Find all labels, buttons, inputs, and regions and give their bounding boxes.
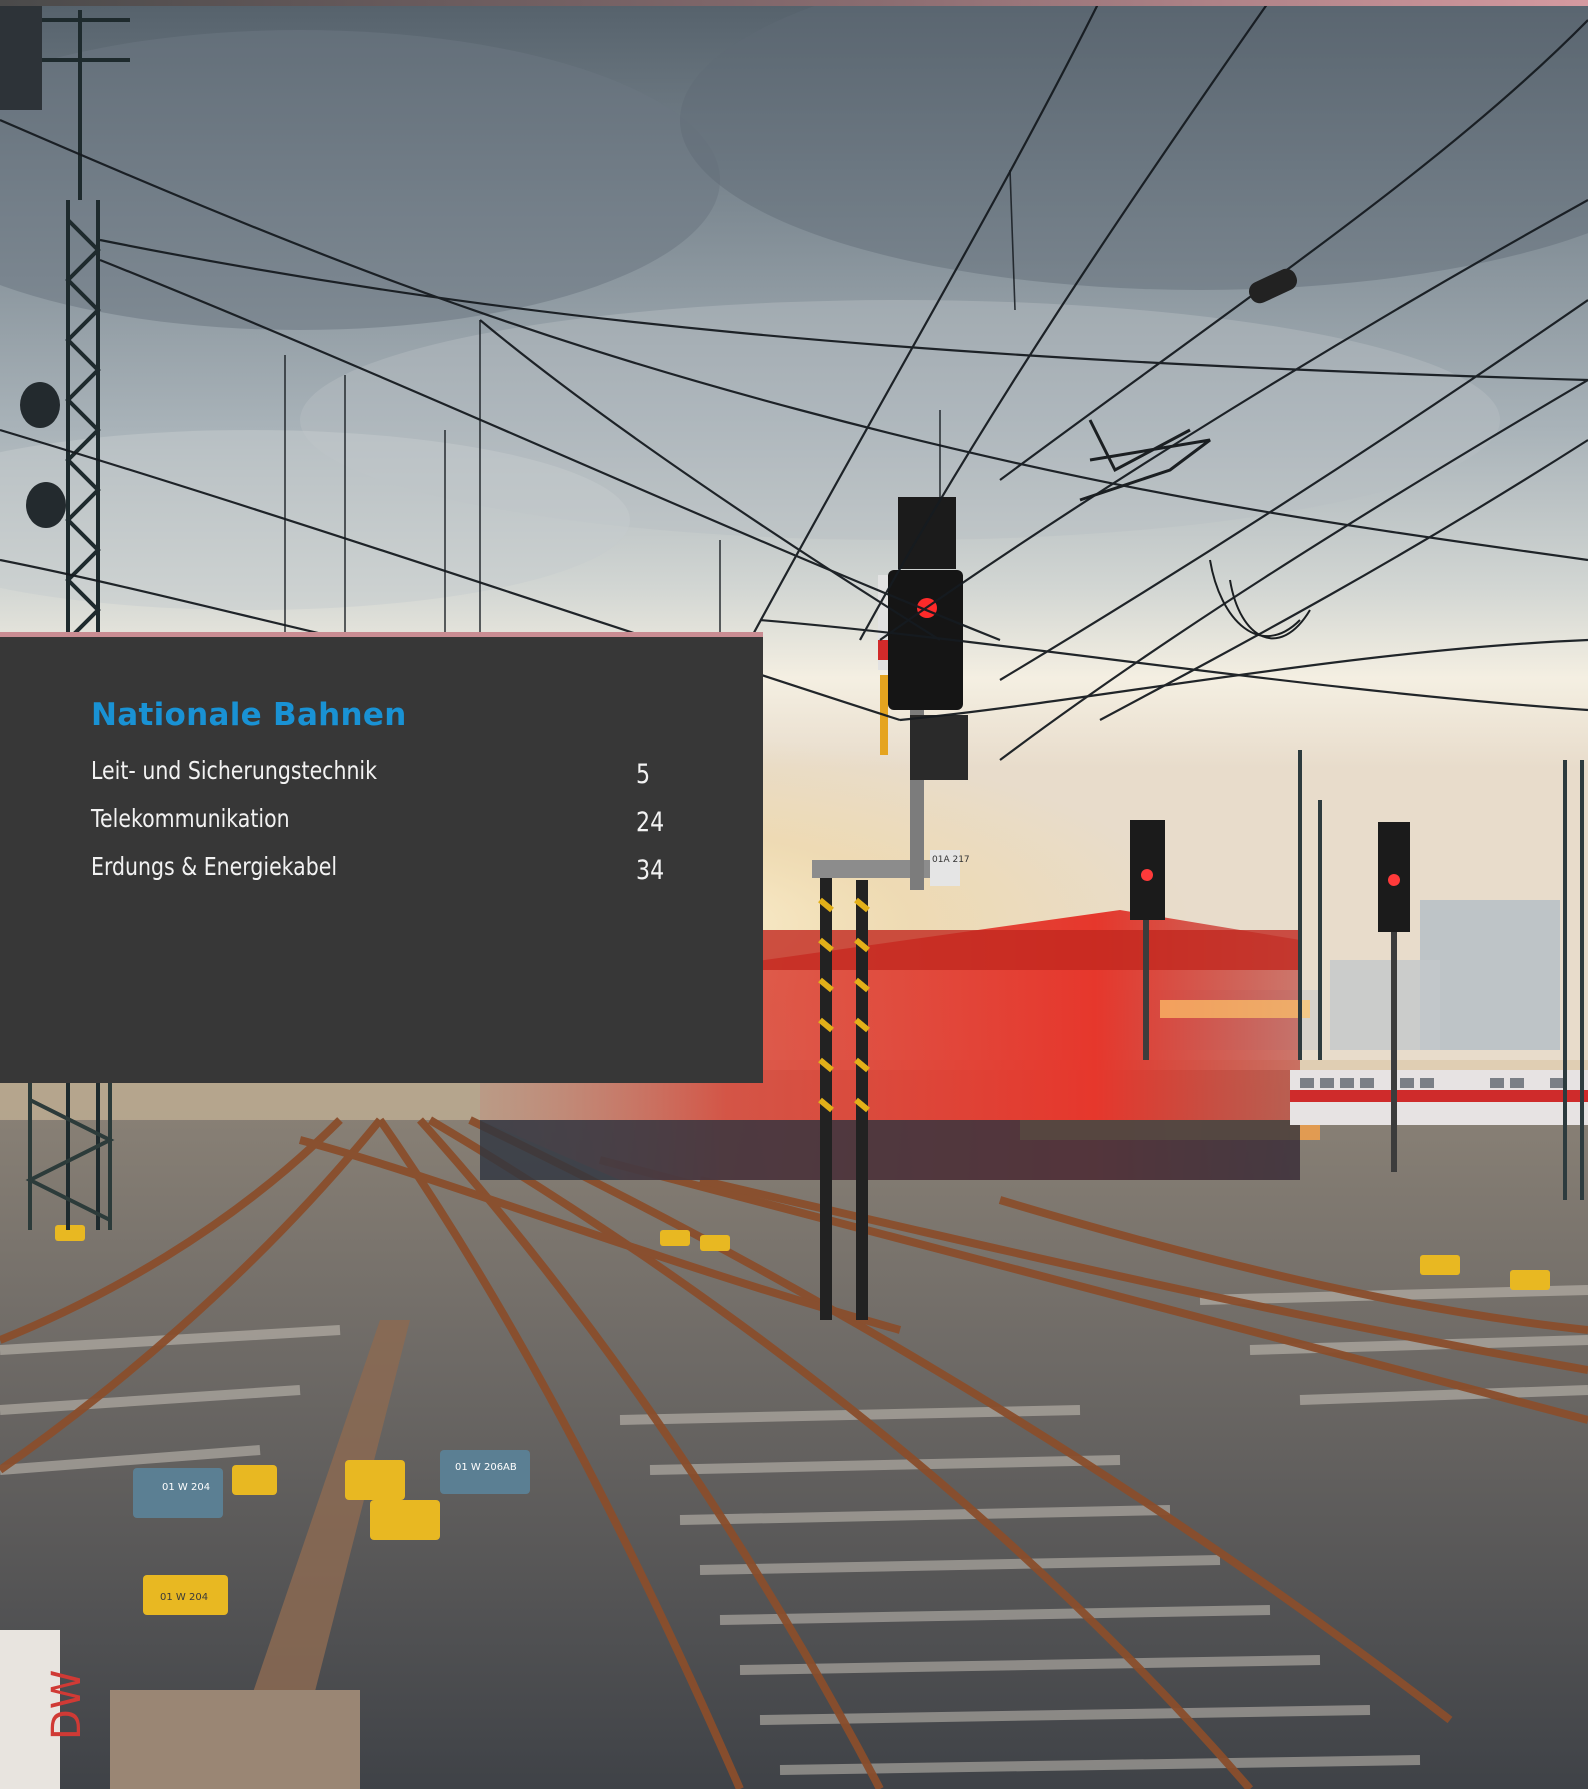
toc-entry-leit-und-sicherungstechnik[interactable]: Leit- und Sicherungstechnik 5	[91, 747, 671, 795]
toc-entry-label: Leit- und Sicherungstechnik	[91, 756, 378, 785]
toc-list: Leit- und Sicherungstechnik 5 Telekommun…	[91, 747, 671, 891]
toc-entry-erdungs-energiekabel[interactable]: Erdungs & Energiekabel 34	[91, 843, 671, 891]
top-accent-rule	[0, 0, 1588, 6]
box-label-3: 01 W 204	[160, 1592, 208, 1603]
toc-entry-page-number: 34	[636, 855, 665, 886]
toc-entry-label: Telekommunikation	[91, 804, 290, 833]
post-marking: DW	[44, 1670, 90, 1740]
toc-section-title: Nationale Bahnen	[91, 697, 407, 733]
box-label-2: 01 W 206AB	[455, 1462, 517, 1473]
signal-plate-text: 01A 217	[932, 855, 970, 865]
toc-entry-page-number: 5	[636, 759, 651, 790]
toc-panel: Nationale Bahnen Leit- und Sicherungstec…	[0, 632, 763, 1083]
box-label-1: 01 W 204	[162, 1482, 210, 1493]
toc-entry-label: Erdungs & Energiekabel	[91, 852, 338, 881]
toc-entry-page-number: 24	[636, 807, 665, 838]
toc-entry-telekommunikation[interactable]: Telekommunikation 24	[91, 795, 671, 843]
